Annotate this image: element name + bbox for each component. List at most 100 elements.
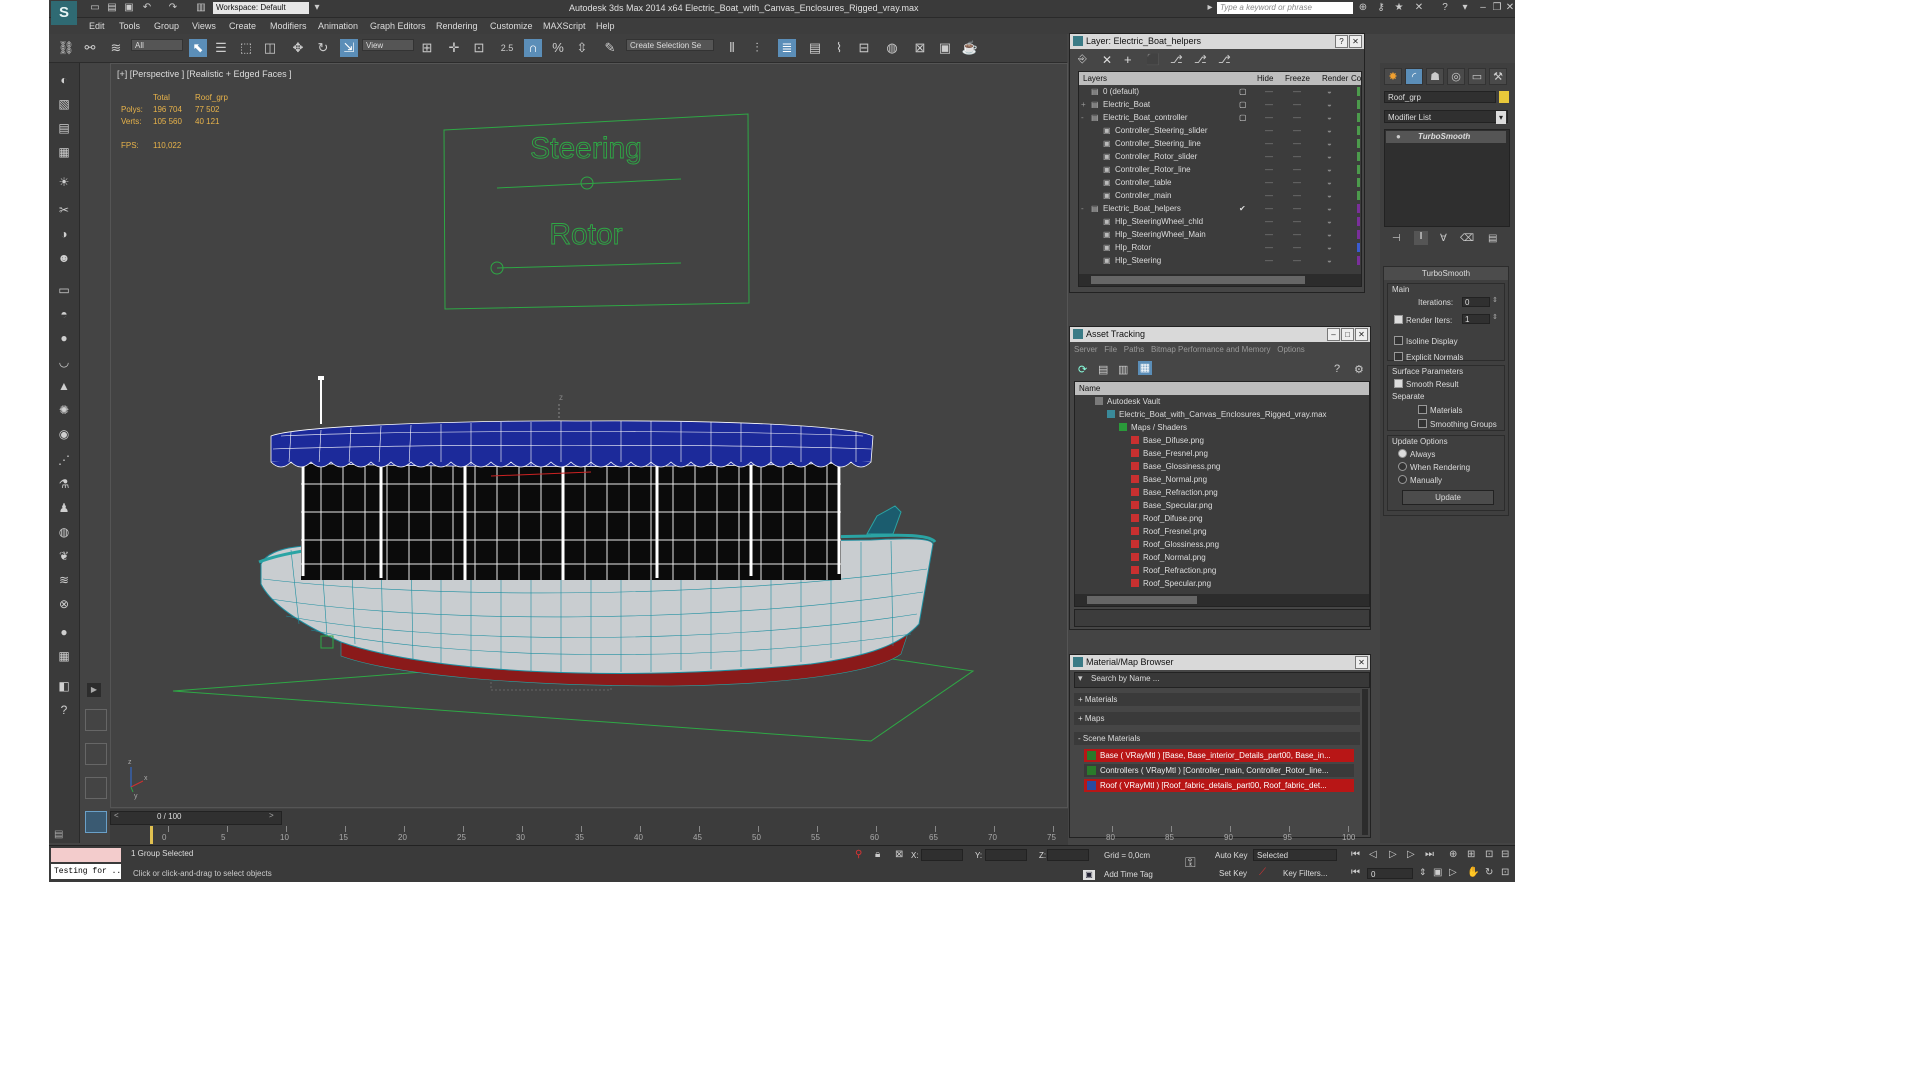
asset-menu-options[interactable]: Options [1277, 345, 1305, 354]
pan-icon[interactable]: ✋ [1467, 867, 1479, 878]
layer-row[interactable]: ▣ Controller_main — — ◒ [1079, 189, 1361, 202]
material-vscrollbar[interactable] [1362, 689, 1368, 835]
table-view-icon[interactable]: ▦ [1138, 361, 1152, 375]
freeze-toggle-icon[interactable]: — [1293, 98, 1301, 111]
asset-row[interactable]: Base_Difuse.png [1075, 434, 1369, 447]
render-toggle-icon[interactable]: ◒ [1327, 137, 1332, 150]
menu-tools[interactable]: Tools [119, 21, 140, 31]
bowl-icon[interactable]: ◡ [54, 353, 74, 371]
asset-row[interactable]: Electric_Boat_with_Canvas_Enclosures_Rig… [1075, 408, 1369, 421]
asset-window-minimize-icon[interactable]: – [1327, 328, 1340, 341]
pivot-center-icon[interactable]: ⊞ [418, 39, 436, 57]
field-of-view-icon[interactable]: ▷ [1449, 867, 1457, 878]
menu-customize[interactable]: Customize [490, 21, 533, 31]
hide-toggle-icon[interactable]: — [1265, 176, 1273, 189]
layer-row[interactable]: ▣ Controller_Rotor_line — — ◒ [1079, 163, 1361, 176]
hide-toggle-icon[interactable]: — [1265, 254, 1273, 267]
freeze-toggle-icon[interactable]: — [1293, 85, 1301, 98]
menu-maxscript[interactable]: MAXScript [543, 21, 586, 31]
select-link-icon[interactable]: ⛓ [57, 39, 75, 57]
layout-tab-split[interactable] [85, 743, 107, 765]
layer-color-swatch[interactable] [1357, 204, 1360, 213]
col-freeze[interactable]: Freeze [1285, 72, 1310, 85]
render-iters-spinner[interactable]: 1 [1462, 314, 1490, 324]
asset-row[interactable]: Roof_Normal.png [1075, 551, 1369, 564]
render-toggle-icon[interactable]: ◒ [1327, 111, 1332, 124]
asset-row[interactable]: Roof_Difuse.png [1075, 512, 1369, 525]
layer-row[interactable]: ▤ 0 (default) ▢ — — ◒ [1079, 85, 1361, 98]
hide-toggle-icon[interactable]: — [1265, 202, 1273, 215]
layer-hscrollbar[interactable] [1079, 274, 1361, 286]
asset-row[interactable]: Base_Refraction.png [1075, 486, 1369, 499]
explicit-normals-checkbox[interactable]: Explicit Normals [1394, 352, 1463, 362]
curve-editor-icon[interactable]: ⌇ [830, 39, 848, 57]
menu-edit[interactable]: Edit [89, 21, 105, 31]
dome-icon[interactable]: ◓ [54, 305, 74, 323]
motion-tab-icon[interactable]: ◎ [1447, 68, 1465, 85]
set-key-button[interactable]: Set Key [1219, 869, 1247, 878]
zoom-icon[interactable]: ⊕ [1449, 849, 1457, 860]
freeze-toggle-icon[interactable]: — [1293, 124, 1301, 137]
material-editor-icon[interactable]: ◍ [883, 39, 901, 57]
col-layers[interactable]: Layers [1083, 72, 1107, 85]
configure-sets-icon[interactable]: ▤ [1488, 233, 1497, 244]
add-time-tag[interactable]: Add Time Tag [1104, 870, 1153, 879]
asset-row[interactable]: Base_Specular.png [1075, 499, 1369, 512]
plant-icon[interactable]: ❦ [54, 547, 74, 565]
people-icon[interactable]: ☻ [54, 249, 74, 267]
layer-row[interactable]: + ▤ Electric_Boat ▢ — — ◒ [1079, 98, 1361, 111]
shaded-sphere-icon[interactable]: ● [54, 623, 74, 641]
rectangular-selection-icon[interactable]: ⬚ [237, 39, 255, 57]
object-name-field[interactable]: Roof_grp [1384, 91, 1496, 103]
layer-color-swatch[interactable] [1357, 217, 1360, 226]
time-config-icon[interactable]: ⇕ [1419, 867, 1427, 878]
utilities-tab-icon[interactable]: ⚒ [1489, 68, 1507, 85]
isoline-checkbox[interactable]: Isoline Display [1394, 336, 1458, 346]
freeze-all-icon[interactable]: ⎇ [1218, 53, 1231, 66]
freeze-toggle-icon[interactable]: — [1293, 215, 1301, 228]
select-by-name-icon[interactable]: ☰ [212, 39, 230, 57]
hair-icon[interactable]: ≋ [54, 571, 74, 589]
render-toggle-icon[interactable]: ◒ [1327, 176, 1332, 189]
freeze-toggle-icon[interactable]: — [1293, 189, 1301, 202]
schematic-view-icon[interactable]: ⊟ [855, 39, 873, 57]
absolute-mode-icon[interactable]: ⊠ [895, 849, 903, 860]
layer-window-close-icon[interactable]: ✕ [1349, 35, 1362, 48]
percent-snap-icon[interactable]: % [549, 39, 567, 57]
layer-color-swatch[interactable] [1357, 256, 1360, 265]
app-logo-icon[interactable]: S [51, 1, 77, 25]
render-toggle-icon[interactable]: ◒ [1327, 189, 1332, 202]
help-arrow-icon[interactable]: ▾ [1459, 2, 1471, 14]
iterations-spinner[interactable]: 0 [1462, 297, 1490, 307]
save-file-icon[interactable]: ▣ [123, 2, 135, 14]
active-layer-check-icon[interactable]: ✔ [1239, 202, 1246, 215]
isolate-icon[interactable]: ⚲ [855, 849, 862, 860]
redo-icon[interactable]: ↷ [167, 2, 179, 14]
material-item-controllers[interactable]: Controllers ( VRayMtl ) [Controller_main… [1084, 764, 1354, 777]
stack-item-turbosmooth[interactable]: ● TurboSmooth [1386, 131, 1506, 143]
help-icon[interactable]: ? [1439, 2, 1451, 14]
key-icon[interactable]: ⚿ [1185, 854, 1196, 871]
unlink-icon[interactable]: ⚯ [81, 39, 99, 57]
render-toggle-icon[interactable]: ◒ [1327, 202, 1332, 215]
asset-menu-server[interactable]: Server [1074, 345, 1098, 354]
restore-icon[interactable]: ❐ [1491, 2, 1503, 14]
reference-coord-dropdown[interactable]: View [362, 39, 414, 51]
material-item-base[interactable]: Base ( VRayMtl ) [Base, Base_interior_De… [1084, 749, 1354, 762]
asset-row[interactable]: Roof_Glossiness.png [1075, 538, 1369, 551]
render-production-icon[interactable]: ☕ [961, 39, 979, 57]
binoculars-icon[interactable]: ⊕ [1357, 2, 1369, 14]
layer-row[interactable]: ▣ Hlp_SteeringWheel_Main — — ◒ [1079, 228, 1361, 241]
help-circle-icon[interactable]: ? [54, 701, 74, 719]
particles-icon[interactable]: ⋰ [54, 451, 74, 469]
close-icon[interactable]: ✕ [1504, 2, 1515, 14]
camera-icon[interactable]: ✂ [54, 201, 74, 219]
layout-tab-single[interactable] [85, 811, 107, 833]
asset-window-close-icon[interactable]: ✕ [1355, 328, 1368, 341]
section-scene-materials[interactable]: - Scene Materials [1074, 732, 1360, 745]
layer-row[interactable]: ▣ Controller_Steering_line — — ◒ [1079, 137, 1361, 150]
layout-tab-quad[interactable] [85, 709, 107, 731]
layer-row[interactable]: ▣ Hlp_Rotor — — ◒ [1079, 241, 1361, 254]
lock-icon[interactable]: 🔒︎ [875, 849, 880, 860]
go-to-start-icon[interactable]: ⏮ [1351, 849, 1360, 860]
